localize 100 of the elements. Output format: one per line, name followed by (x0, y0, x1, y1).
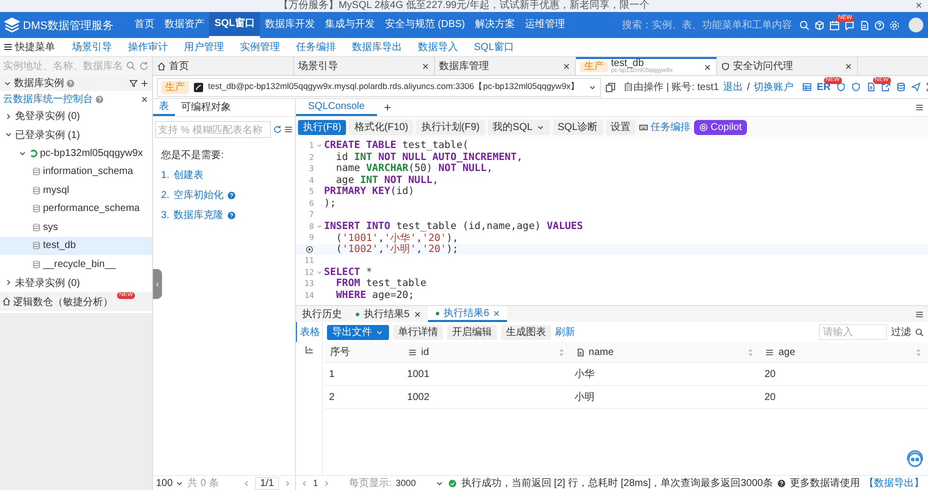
document-icon[interactable] (866, 82, 876, 92)
page-size-select[interactable]: 100 (156, 478, 184, 488)
tree-item[interactable]: sys (0, 218, 152, 236)
settings-icon[interactable] (889, 20, 900, 30)
nav-item[interactable]: 解决方案 (470, 12, 520, 38)
er-button[interactable]: ER (816, 82, 831, 92)
quick-menu-link[interactable]: 用户管理 (177, 40, 231, 54)
close-icon[interactable] (412, 310, 422, 318)
refresh-icon[interactable] (139, 61, 149, 71)
avatar[interactable] (908, 17, 924, 33)
toolbar-button[interactable]: 生成图表 (501, 324, 551, 340)
refresh-icon[interactable] (273, 125, 282, 134)
database-icon[interactable] (896, 82, 906, 92)
toolbar-button[interactable]: 执行计划(F9) (416, 120, 485, 134)
tab[interactable]: 场景引导 (294, 57, 435, 75)
nav-item[interactable]: SQL窗口 (209, 12, 260, 38)
close-icon[interactable] (140, 94, 149, 104)
page-size-select[interactable]: 3000 (396, 478, 444, 488)
close-icon[interactable] (562, 62, 571, 70)
switch-account-link[interactable]: 切换账户 (754, 80, 794, 94)
close-icon[interactable] (703, 62, 712, 72)
search-icon[interactable] (915, 328, 924, 336)
tab[interactable]: 表 (153, 99, 175, 116)
add-tab-icon[interactable] (382, 103, 392, 112)
toolbar-button[interactable]: 开启编辑 (447, 324, 497, 340)
suggestion-link[interactable]: 数据库克隆 (173, 208, 224, 222)
suggestion-link[interactable]: 创建表 (173, 168, 204, 182)
refresh-link[interactable]: 刷新 (555, 325, 575, 339)
logo-icon[interactable] (4, 17, 20, 33)
quick-menu-link[interactable]: 数据导入 (411, 40, 465, 54)
calendar-icon[interactable] (829, 20, 840, 30)
tree-item[interactable]: mysql (0, 181, 152, 200)
shield-icon[interactable] (836, 82, 846, 92)
nav-item[interactable]: 数据资产 (159, 12, 210, 38)
close-icon[interactable] (421, 62, 430, 70)
run-button[interactable]: 执行(F8) (298, 120, 346, 134)
list-icon[interactable] (284, 125, 293, 134)
tab[interactable]: 执行历史 (296, 306, 348, 322)
tree-item[interactable]: pc-bp132ml05qqgyw9x (0, 144, 152, 162)
quick-menu-button[interactable]: 快捷菜单 (3, 40, 55, 54)
view-tab[interactable]: 表格 (295, 322, 323, 342)
cube-icon[interactable] (814, 20, 825, 30)
dropdown-button[interactable]: 我的SQL (488, 120, 550, 134)
fold-icon[interactable] (316, 142, 322, 150)
toolbar-button[interactable]: 设置 (606, 120, 636, 134)
nav-item[interactable]: 运维管理 (520, 12, 570, 38)
collapse-handle[interactable] (153, 269, 162, 299)
product-name[interactable]: DMS数据管理服务 (23, 18, 114, 32)
chat-icon[interactable] (844, 20, 855, 30)
copy-icon[interactable] (604, 82, 616, 92)
logout-link[interactable]: 退出 (722, 80, 743, 94)
nav-item[interactable]: 数据库开发 (260, 12, 320, 38)
suggestion-link[interactable]: 空库初始化 (173, 188, 224, 202)
table-icon[interactable] (802, 82, 812, 92)
menu-icon[interactable] (915, 103, 924, 112)
document-icon[interactable] (859, 20, 870, 30)
close-button[interactable]: × (916, 0, 922, 12)
filter-icon[interactable] (129, 78, 138, 88)
link[interactable]: 任务编排 (650, 120, 691, 134)
nav-item[interactable]: 安全与规范 (DBS) (380, 12, 470, 38)
connection-select[interactable]: 生产 test_db@pc-bp132ml05qqgyw9x.mysql.polardb.rds.aliyuncs.com:3306【pc-bp132ml05qqgyw9x】 (157, 78, 601, 96)
assistant-icon[interactable] (906, 450, 924, 468)
nav-item[interactable]: 首页 (129, 12, 160, 38)
quick-menu-link[interactable]: 数据库导出 (345, 40, 409, 54)
fold-icon[interactable] (316, 268, 322, 276)
search-field[interactable]: 搜索：实例、表、功能菜单和工单内容 (619, 17, 795, 33)
tree-item[interactable]: performance_schema (0, 200, 152, 218)
tab[interactable]: 首页 (153, 57, 294, 75)
add-icon[interactable] (140, 78, 149, 88)
keyboard-icon[interactable] (638, 122, 648, 132)
tab[interactable]: 安全访问代理 (717, 57, 858, 75)
quick-menu-link[interactable]: 场景引导 (65, 40, 119, 54)
help-icon[interactable] (227, 210, 236, 220)
export-icon[interactable] (880, 82, 891, 92)
close-icon[interactable] (844, 62, 853, 70)
quick-menu-link[interactable]: 实例管理 (233, 40, 287, 54)
tab[interactable]: 执行结果6 (428, 306, 508, 322)
quick-menu-link[interactable]: SQL窗口 (467, 40, 522, 54)
tree-item[interactable]: 免登录实例 (0) (0, 107, 152, 126)
help-icon[interactable] (874, 20, 885, 30)
toolbar-button[interactable]: 格式化(F10) (349, 120, 414, 134)
tree-item[interactable]: 未登录实例 (0) (0, 274, 152, 292)
console-link[interactable]: 云数据库统一控制台 (3, 92, 93, 106)
export-link[interactable]: 【数据导出】 (864, 476, 924, 490)
tree-item[interactable]: __recycle_bin__ (0, 255, 152, 274)
fold-icon[interactable] (316, 222, 322, 230)
quick-menu-link[interactable]: 任务编排 (289, 40, 343, 54)
menu-icon[interactable] (915, 310, 924, 318)
send-icon[interactable] (910, 82, 921, 92)
tree-item[interactable]: 已登录实例 (1) (0, 126, 152, 144)
quick-menu-link[interactable]: 操作审计 (121, 40, 175, 54)
tab[interactable]: 执行结果5 (348, 306, 428, 322)
sort-icon[interactable] (914, 348, 923, 356)
export-button[interactable]: 导出文件 (327, 324, 389, 340)
copilot-button[interactable]: Copilot (694, 120, 747, 134)
tree-item[interactable]: information_schema (0, 162, 152, 181)
toolbar-button[interactable]: SQL诊断 (552, 120, 603, 134)
help-icon[interactable] (227, 190, 236, 200)
toolbar-button[interactable]: 单行详情 (393, 324, 443, 340)
nav-item[interactable]: 集成与开发 (320, 12, 380, 38)
